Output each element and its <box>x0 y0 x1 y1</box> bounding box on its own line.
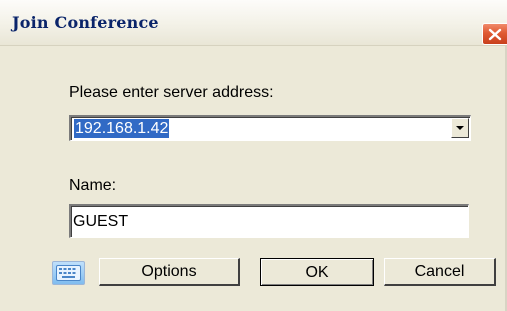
name-label: Name: <box>69 177 117 194</box>
server-address-combobox[interactable]: 192.168.1.42 <box>69 115 471 141</box>
ok-button[interactable]: OK <box>260 258 374 286</box>
server-address-value[interactable]: 192.168.1.42 <box>74 119 170 138</box>
server-address-label: Please enter server address: <box>69 84 274 101</box>
keyboard-icon <box>56 265 81 281</box>
title-bar[interactable]: Join Conference <box>0 0 507 46</box>
close-button[interactable] <box>482 23 507 45</box>
server-address-dropdown-button[interactable] <box>451 118 469 138</box>
chevron-down-icon <box>456 126 464 130</box>
cancel-button[interactable]: Cancel <box>384 258 496 286</box>
window-title: Join Conference <box>12 13 159 32</box>
close-icon <box>488 28 502 41</box>
join-conference-dialog: Join Conference Please enter server addr… <box>0 0 507 311</box>
name-input[interactable] <box>69 204 469 238</box>
keyboard-button[interactable] <box>52 261 85 285</box>
options-button[interactable]: Options <box>99 258 240 286</box>
